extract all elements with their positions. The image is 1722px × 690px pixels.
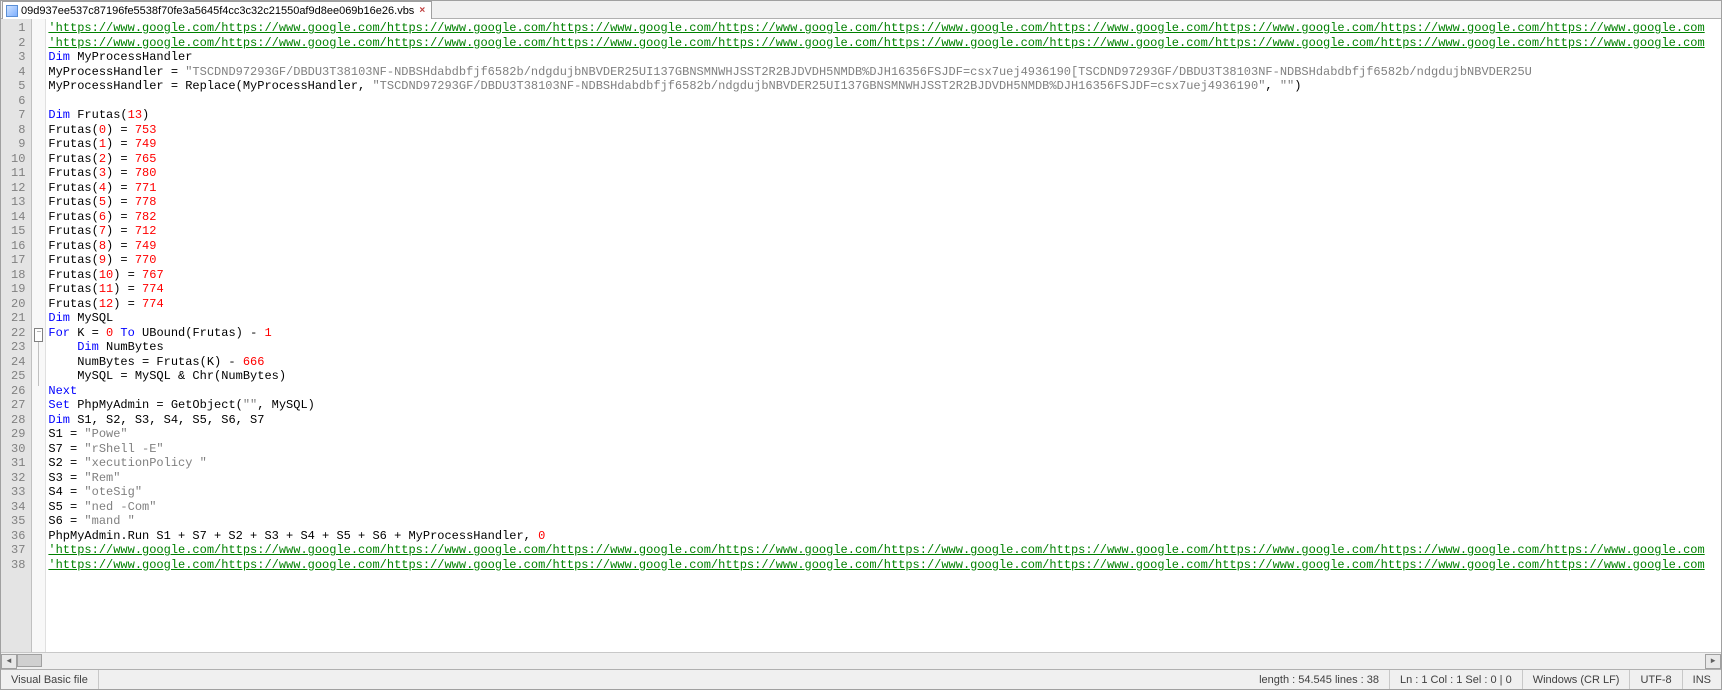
horizontal-scrollbar[interactable]: ◄ ►	[1, 652, 1721, 669]
status-eol: Windows (CR LF)	[1523, 670, 1631, 689]
status-position: Ln : 1 Col : 1 Sel : 0 | 0	[1390, 670, 1523, 689]
status-length: length : 54.545 lines : 38	[1249, 670, 1390, 689]
scroll-right-button[interactable]: ►	[1705, 654, 1721, 669]
tab-bar: 09d937ee537c87196fe5538f70fe3a5645f4cc3c…	[1, 1, 1721, 19]
scroll-thumb[interactable]	[17, 654, 42, 667]
status-encoding: UTF-8	[1630, 670, 1682, 689]
scroll-track[interactable]	[17, 654, 1705, 669]
editor[interactable]: 1234567891011121314151617181920212223242…	[1, 19, 1721, 652]
close-icon[interactable]: ×	[417, 6, 427, 16]
file-tab[interactable]: 09d937ee537c87196fe5538f70fe3a5645f4cc3c…	[2, 1, 432, 19]
status-filetype: Visual Basic file	[1, 670, 99, 689]
file-icon	[6, 5, 18, 17]
scroll-left-button[interactable]: ◄	[1, 654, 17, 669]
line-number-gutter: 1234567891011121314151617181920212223242…	[1, 19, 32, 652]
status-bar: Visual Basic file length : 54.545 lines …	[1, 669, 1721, 689]
status-ins: INS	[1683, 670, 1721, 689]
tab-filename: 09d937ee537c87196fe5538f70fe3a5645f4cc3c…	[21, 5, 414, 17]
code-area[interactable]: 'https://www.google.com/https://www.goog…	[46, 19, 1721, 652]
fold-column: −	[32, 19, 46, 652]
